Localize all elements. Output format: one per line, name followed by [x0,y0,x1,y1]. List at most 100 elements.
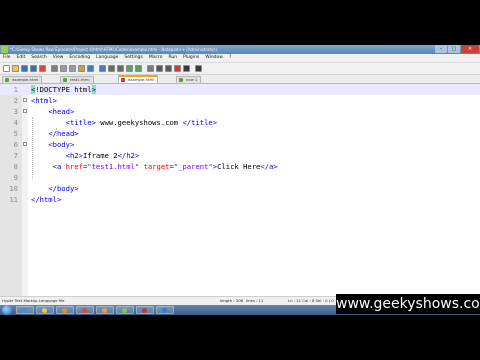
code-token: </head> [48,129,79,138]
minimize-button[interactable]: – [435,45,447,53]
code-line[interactable]: 11 </html> [0,194,480,205]
code-text: <title> www.geekyshows.com </title> [31,117,217,128]
menu-macro[interactable]: Macro [146,54,166,62]
tab-test1-html[interactable]: test1.html [60,76,94,83]
menu-file[interactable]: File [0,54,14,62]
wrap-icon[interactable] [156,65,163,72]
app-icon [142,308,147,313]
code-line[interactable]: 3 <head> [0,106,480,117]
replace-icon[interactable] [117,65,124,72]
title-bar: *C:\Geeky Shows Raw Episodes\Project 4\h… [0,45,480,54]
code-token: "test1.html" [87,162,140,171]
line-number: 1 [13,85,18,94]
tab-label: example.html [128,77,155,82]
zoom-in-icon[interactable] [126,65,133,72]
code-line[interactable]: 2 <html> [0,95,480,106]
paste-icon[interactable] [78,65,85,72]
open-icon[interactable] [12,65,19,72]
code-text: </body> [31,183,78,194]
tab-new-1[interactable]: new 1 [176,76,202,83]
code-editor[interactable]: 1 <!DOCTYPE html> 2 <html> 3 <head> 4 <title>… [0,84,480,296]
copy-icon[interactable] [69,65,76,72]
watermark-text: www.geekyshows.com [336,294,480,314]
code-token: <h2> [65,151,83,160]
sync-icon[interactable] [147,65,154,72]
code-token: <head> [48,107,75,116]
redo-icon[interactable] [99,65,106,72]
code-line[interactable]: 1 <!DOCTYPE html> [0,84,480,95]
file-icon [179,78,183,82]
code-line[interactable]: 10 </body> [0,183,480,194]
taskbar-button[interactable] [56,306,74,314]
taskbar-button[interactable] [116,306,134,314]
status-length: length : 308 [220,298,244,303]
menu-settings[interactable]: Settings [121,54,145,62]
app2-icon [162,308,167,313]
tab-example-html[interactable]: example.html [118,75,159,83]
code-line[interactable]: 7 <h2>Iframe 2</h2> [0,150,480,161]
maximize-button[interactable]: □ [448,45,460,53]
menu-help[interactable]: ? [226,54,234,62]
chrome-icon [82,308,87,313]
code-token: "_parent" [173,162,213,171]
taskbar-button[interactable] [96,306,114,314]
line-number: 11 [9,195,18,204]
close-window-button[interactable]: ✕ [461,45,479,53]
code-token: <html> [31,96,57,105]
taskbar-button[interactable] [136,306,154,314]
menu-plugins[interactable]: Plugins [180,54,202,62]
window-title: *C:\Geeky Shows Raw Episodes\Project 4\h… [10,47,217,52]
menu-edit[interactable]: Edit [14,54,29,62]
save-icon[interactable] [21,65,28,72]
macro-stop-icon[interactable] [183,65,190,72]
file-icon [5,78,9,82]
code-line[interactable]: 8 <a href="test1.html" target="_parent">… [0,161,480,172]
code-text: <body> [31,139,74,150]
find-icon[interactable] [108,65,115,72]
menu-bar: File Edit Search View Encoding Language Settin… [0,54,480,63]
code-text: <a href="test1.html" target="_parent">Cl… [31,161,278,172]
cut-icon[interactable] [60,65,67,72]
new-icon[interactable] [3,65,10,72]
code-text: <h2>Iframe 2</h2> [31,150,140,161]
code-token: <a [52,162,66,171]
tab-example-html[interactable]: example.html [2,76,43,83]
macro-play-icon[interactable] [195,65,202,72]
close-icon[interactable] [39,65,46,72]
taskbar-button[interactable] [16,306,34,314]
code-line[interactable]: 9 [0,172,480,183]
fold-toggle-icon[interactable] [23,142,27,146]
save-all-icon[interactable] [30,65,37,72]
status-position: Ln : 11 Col : 8 Sel : 0 | 0 [288,298,334,303]
fold-toggle-icon[interactable] [23,98,27,102]
line-number: 10 [9,184,18,193]
menu-encoding[interactable]: Encoding [66,54,93,62]
code-line[interactable]: 4 <title> www.geekyshows.com </title> [0,117,480,128]
zoom-out-icon[interactable] [135,65,142,72]
code-token: </html> [31,195,62,204]
menu-view[interactable]: View [50,54,67,62]
code-token: Iframe 2 [82,151,118,160]
folder-icon [42,308,47,313]
fold-toggle-icon[interactable] [23,109,27,113]
taskbar-button[interactable] [76,306,94,314]
code-token: <body> [48,140,75,149]
code-token: target [139,162,170,171]
menu-run[interactable]: Run [165,54,180,62]
macro-record-icon[interactable] [174,65,181,72]
code-line[interactable]: 5 </head> [0,128,480,139]
indent-icon[interactable] [165,65,172,72]
code-line[interactable]: 6 <body> [0,139,480,150]
menu-window[interactable]: Window [202,54,226,62]
print-icon[interactable] [51,65,58,72]
menu-search[interactable]: Search [28,54,49,62]
taskbar-button[interactable] [36,306,54,314]
start-button[interactable] [2,305,12,315]
undo-icon[interactable] [87,65,94,72]
menu-language[interactable]: Language [93,54,121,62]
taskbar-button[interactable] [156,306,174,314]
